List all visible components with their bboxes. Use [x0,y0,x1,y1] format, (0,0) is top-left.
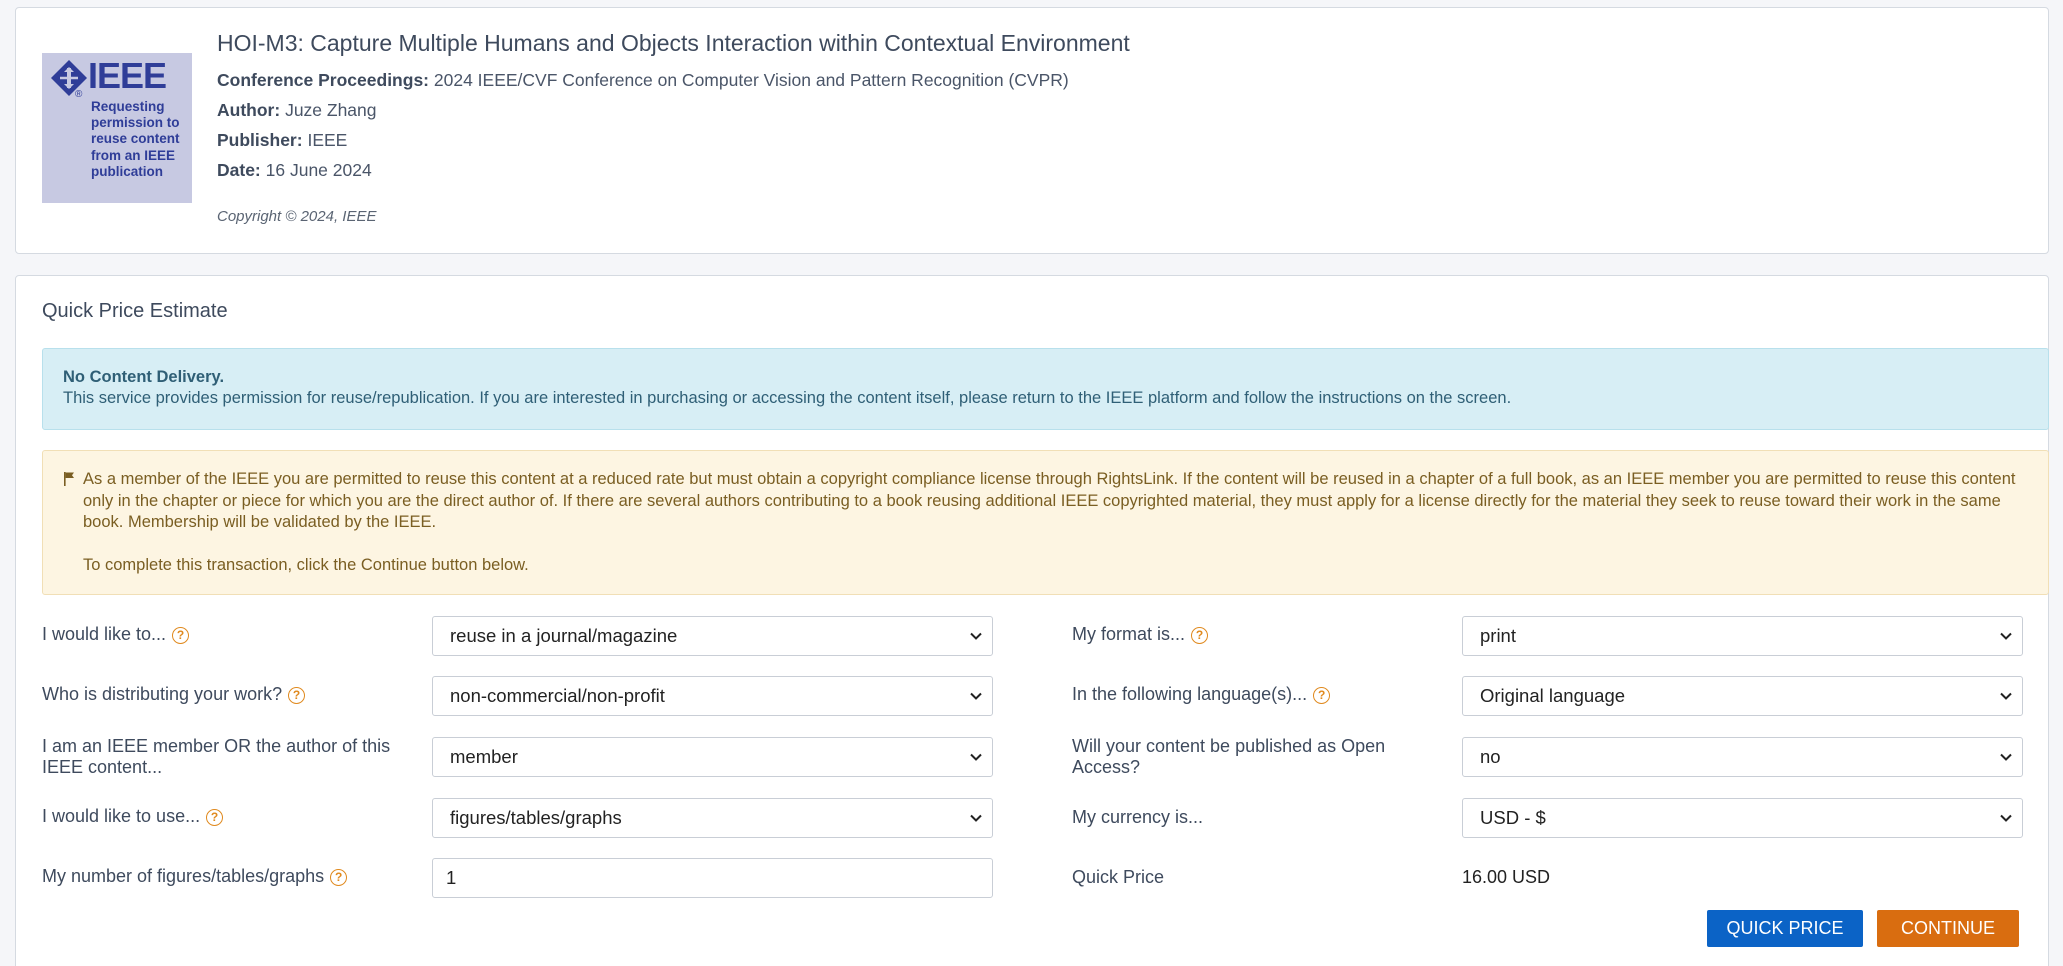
section-title: Quick Price Estimate [42,300,228,322]
chevron-down-icon [970,814,982,822]
conference-label: Conference Proceedings: [217,70,429,90]
help-icon[interactable]: ? [288,687,306,704]
language-label: In the following language(s)...? [1072,684,1331,705]
number-label: My number of figures/tables/graphs? [42,866,348,887]
distributing-select[interactable]: non-commercial/non-profit [432,676,993,716]
conference-row: Conference Proceedings: 2024 IEEE/CVF Co… [217,70,1069,91]
chevron-down-icon [2000,814,2012,822]
page-title: HOI-M3: Capture Multiple Humans and Obje… [217,30,1130,56]
help-icon[interactable]: ? [206,809,224,826]
chevron-down-icon [2000,692,2012,700]
would-like-label: I would like to...? [42,624,190,645]
chevron-down-icon [2000,632,2012,640]
warn-continue-text: To complete this transaction, click the … [83,555,529,574]
quick-price-label: Quick Price [1072,867,1165,887]
currency-value: USD - $ [1480,807,1546,828]
registered-mark: ® [75,89,83,100]
format-value: print [1480,625,1516,646]
chevron-down-icon [970,632,982,640]
use-label-text: I would like to use... [42,806,201,826]
member-notice-alert: As a member of the IEEE you are permitte… [42,450,2049,595]
would-like-value: reuse in a journal/magazine [450,625,678,646]
conference-value: 2024 IEEE/CVF Conference on Computer Vis… [433,70,1069,90]
publisher-label: Publisher: [217,130,303,150]
member-value: member [450,746,518,767]
distributing-value: non-commercial/non-profit [450,685,665,706]
number-label-text: My number of figures/tables/graphs [42,866,325,886]
flag-icon [64,472,74,486]
warn-text: As a member of the IEEE you are permitte… [83,470,2016,531]
would-like-label-text: I would like to... [42,624,167,644]
publisher-value: IEEE [307,130,348,150]
publisher-row: Publisher: IEEE [217,130,347,151]
format-label-text: My format is... [1072,624,1186,644]
date-value: 16 June 2024 [265,160,372,180]
ieee-logo: IEEE ® Requesting permission to reuse co… [42,53,192,203]
distributing-label-text: Who is distributing your work? [42,684,283,704]
language-select[interactable]: Original language [1462,676,2023,716]
help-icon[interactable]: ? [1313,687,1331,704]
no-content-delivery-alert: No Content Delivery. This service provid… [42,348,2049,430]
member-label: I am an IEEE member OR the author of thi… [42,736,391,777]
help-icon[interactable]: ? [172,627,190,644]
use-label: I would like to use...? [42,806,224,827]
author-value: Juze Zhang [285,100,377,120]
chevron-down-icon [970,753,982,761]
language-label-text: In the following language(s)... [1072,684,1308,704]
quick-price-value: 16.00 USD [1462,867,1551,887]
chevron-down-icon [2000,753,2012,761]
number-input[interactable]: 1 [432,858,993,898]
open-access-label: Will your content be published as Open A… [1072,736,1386,777]
use-select[interactable]: figures/tables/graphs [432,798,993,838]
help-icon[interactable]: ? [330,869,348,886]
quick-price-card: Quick Price Estimate No Content Delivery… [15,275,2049,966]
info-text: This service provides permission for reu… [63,389,1512,407]
currency-select[interactable]: USD - $ [1462,798,2023,838]
logo-caption: Requesting permission to reuse content f… [91,99,180,179]
author-label: Author: [217,100,281,120]
date-row: Date: 16 June 2024 [217,160,372,181]
publication-header-card: IEEE ® Requesting permission to reuse co… [15,7,2049,254]
member-select[interactable]: member [432,737,993,777]
continue-button[interactable]: CONTINUE [1877,910,2019,947]
open-access-value: no [1480,746,1501,767]
chevron-down-icon [970,692,982,700]
copyright-text: Copyright © 2024, IEEE [217,208,377,225]
help-icon[interactable]: ? [1191,627,1209,644]
use-value: figures/tables/graphs [450,807,622,828]
author-row: Author: Juze Zhang [217,100,377,121]
format-select[interactable]: print [1462,616,2023,656]
currency-label: My currency is... [1072,807,1204,827]
info-heading: No Content Delivery. [63,368,225,386]
language-value: Original language [1480,685,1626,706]
quick-price-button[interactable]: QUICK PRICE [1707,910,1863,947]
would-like-select[interactable]: reuse in a journal/magazine [432,616,993,656]
distributing-label: Who is distributing your work?? [42,684,306,705]
date-label: Date: [217,160,261,180]
format-label: My format is...? [1072,624,1209,645]
ieee-brand-text: IEEE [88,55,167,96]
open-access-select[interactable]: no [1462,737,2023,777]
